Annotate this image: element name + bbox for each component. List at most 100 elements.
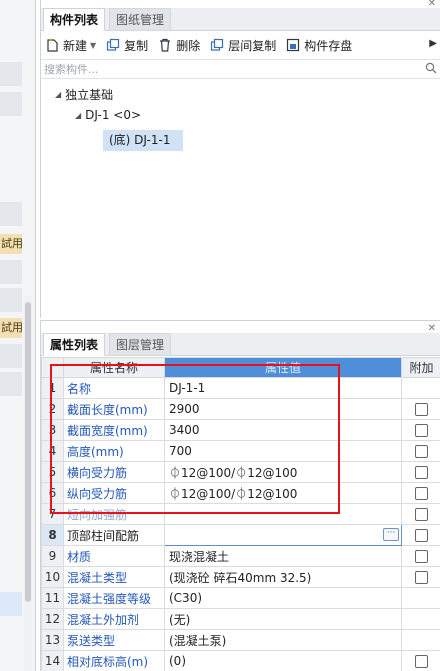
scrollbar-thumb[interactable] xyxy=(25,302,31,602)
left-list-selected-row[interactable] xyxy=(0,592,22,616)
row-number: 4 xyxy=(41,440,64,462)
tab-component-list[interactable]: 构件列表 xyxy=(43,8,106,31)
property-value-editor[interactable]: ··· xyxy=(164,524,402,546)
toolbar-overflow-icon[interactable]: ▶ xyxy=(429,38,437,49)
trial-badge: 試用 xyxy=(0,234,22,254)
property-value[interactable]: (现浇砼 碎石40mm 32.5) xyxy=(164,566,402,588)
additional-cell xyxy=(401,587,440,609)
property-name: 截面长度(mm) xyxy=(63,398,165,420)
more-options-button[interactable]: ··· xyxy=(383,528,399,541)
additional-checkbox[interactable] xyxy=(415,466,428,479)
table-row[interactable]: 4 高度(mm) 700 xyxy=(41,440,440,462)
delete-button[interactable]: 删除 xyxy=(158,34,200,56)
table-row[interactable]: 13 泵送类型 (混凝土泵) xyxy=(41,629,440,651)
tab-layer-management[interactable]: 图层管理 xyxy=(109,333,172,356)
property-name: 短向加强筋 xyxy=(63,503,165,525)
table-row[interactable]: 3 截面宽度(mm) 3400 xyxy=(41,419,440,441)
table-row[interactable]: 14 相对底标高(m) (0) xyxy=(41,650,440,671)
left-list-row[interactable] xyxy=(0,92,22,116)
additional-checkbox[interactable] xyxy=(415,403,428,416)
property-value[interactable]: 3400 xyxy=(164,419,402,441)
property-name: 相对底标高(m) xyxy=(63,650,165,671)
additional-cell xyxy=(401,440,440,462)
table-row[interactable]: 2 截面长度(mm) 2900 xyxy=(41,398,440,420)
additional-checkbox[interactable] xyxy=(415,571,428,584)
search-icon[interactable] xyxy=(425,62,437,74)
expand-arrow-icon[interactable]: ◢ xyxy=(55,90,61,99)
additional-cell xyxy=(401,524,440,546)
property-value[interactable]: ⏀12@100/⏀12@100 xyxy=(164,461,402,483)
row-number: 14 xyxy=(41,650,64,671)
copy-icon xyxy=(106,38,120,52)
left-list-row[interactable] xyxy=(0,288,22,312)
component-list-panel: ✕ 构件列表 图纸管理 新建 ▼ 复制 删除 层间复制 构件存盘 ▶ 搜索构件.… xyxy=(40,0,440,318)
additional-checkbox[interactable] xyxy=(415,487,428,500)
row-number: 8 xyxy=(41,524,64,546)
left-list-row[interactable] xyxy=(0,372,22,396)
table-row[interactable]: 11 混凝土强度等级 (C30) xyxy=(41,587,440,609)
property-name: 高度(mm) xyxy=(63,440,165,462)
property-name: 截面宽度(mm) xyxy=(63,419,165,441)
table-row[interactable]: 12 混凝土外加剂 (无) xyxy=(41,608,440,630)
property-value[interactable]: (混凝土泵) xyxy=(164,629,402,651)
row-number: 11 xyxy=(41,587,64,609)
header-property-name[interactable]: 属性名称 xyxy=(63,357,165,378)
copy-label: 复制 xyxy=(124,38,149,53)
expand-arrow-icon[interactable]: ◢ xyxy=(75,111,81,120)
property-value[interactable]: 2900 xyxy=(164,398,402,420)
row-number: 5 xyxy=(41,461,64,483)
left-list-row[interactable] xyxy=(0,62,22,86)
table-row[interactable]: 7 短向加强筋 xyxy=(41,503,440,525)
property-value[interactable]: (C30) xyxy=(164,587,402,609)
additional-cell xyxy=(401,398,440,420)
header-property-value[interactable]: 属性值 xyxy=(164,357,402,378)
property-value[interactable]: DJ-1-1 xyxy=(164,377,402,399)
table-row-active[interactable]: 8 顶部柱间配筋 ··· xyxy=(41,524,440,546)
tab-property-list[interactable]: 属性列表 xyxy=(43,333,106,356)
additional-cell xyxy=(401,503,440,525)
property-value[interactable]: (无) xyxy=(164,608,402,630)
delete-label: 删除 xyxy=(176,38,201,53)
table-row[interactable]: 9 材质 现浇混凝土 xyxy=(41,545,440,567)
additional-checkbox[interactable] xyxy=(415,550,428,563)
property-name: 横向受力筋 xyxy=(63,461,165,483)
left-list-row[interactable] xyxy=(0,202,22,226)
chevron-down-icon[interactable]: ▼ xyxy=(90,41,96,50)
left-list-row[interactable] xyxy=(0,344,22,368)
row-number: 7 xyxy=(41,503,64,525)
table-row[interactable]: 10 混凝土类型 (现浇砼 碎石40mm 32.5) xyxy=(41,566,440,588)
save-component-button[interactable]: 构件存盘 xyxy=(286,34,352,56)
property-value[interactable]: 700 xyxy=(164,440,402,462)
tree-node-child[interactable]: ◢ DJ-1 <0> xyxy=(75,108,141,122)
additional-checkbox[interactable] xyxy=(415,445,428,458)
row-number: 9 xyxy=(41,545,64,567)
left-list-row[interactable] xyxy=(0,260,22,284)
additional-checkbox[interactable] xyxy=(415,424,428,437)
row-number: 10 xyxy=(41,566,64,588)
table-row[interactable]: 1 名称 DJ-1-1 xyxy=(41,377,440,399)
new-button[interactable]: 新建 ▼ xyxy=(45,34,96,56)
property-name: 混凝土强度等级 xyxy=(63,587,165,609)
floor-copy-button[interactable]: 层间复制 xyxy=(210,34,276,56)
property-value[interactable]: (0) xyxy=(164,650,402,671)
property-value[interactable]: 现浇混凝土 xyxy=(164,545,402,567)
tab-drawing-management[interactable]: 图纸管理 xyxy=(109,8,172,31)
left-scrollbar[interactable] xyxy=(24,296,32,671)
property-value[interactable] xyxy=(164,503,402,525)
row-number: 12 xyxy=(41,608,64,630)
property-name: 泵送类型 xyxy=(63,629,165,651)
row-number: 2 xyxy=(41,398,64,420)
property-value[interactable]: ⏀12@100/⏀12@100 xyxy=(164,482,402,504)
tree-node-root[interactable]: ◢ 独立基础 xyxy=(55,86,113,103)
copy-button[interactable]: 复制 xyxy=(106,34,148,56)
tree-child-label: DJ-1 <0> xyxy=(85,108,142,122)
additional-checkbox[interactable] xyxy=(415,529,428,542)
table-row[interactable]: 5 横向受力筋 ⏀12@100/⏀12@100 xyxy=(41,461,440,483)
table-row[interactable]: 6 纵向受力筋 ⏀12@100/⏀12@100 xyxy=(41,482,440,504)
additional-checkbox[interactable] xyxy=(415,508,428,521)
search-input[interactable] xyxy=(41,60,411,78)
additional-cell xyxy=(401,566,440,588)
additional-checkbox[interactable] xyxy=(415,655,428,668)
tree-node-leaf-selected[interactable]: (底) DJ-1-1 xyxy=(103,130,183,151)
header-additional[interactable]: 附加 xyxy=(401,357,440,378)
